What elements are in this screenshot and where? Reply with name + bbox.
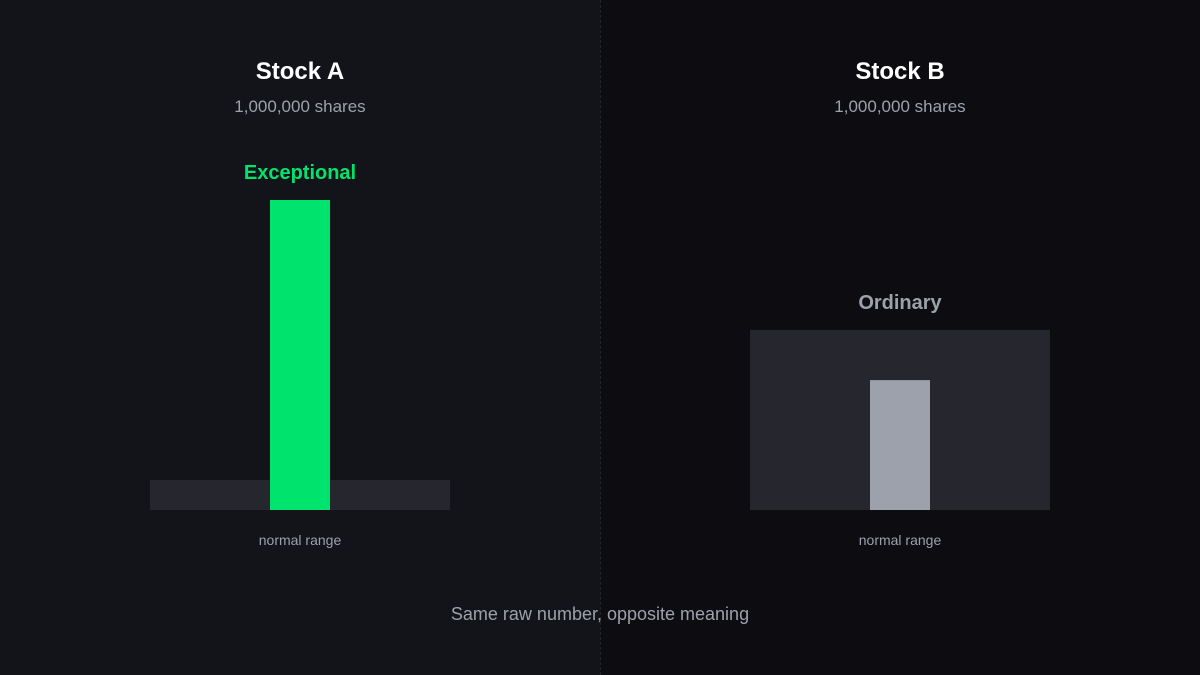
panel-divider [600, 0, 601, 675]
stock-a-range-label: normal range [258, 532, 342, 548]
stock-a-plot [150, 200, 450, 510]
stock-b-plot [750, 329, 1050, 510]
comparison-stage: Stock A 1,000,000 shares Exceptional nor… [0, 0, 1200, 675]
stock-b-range-label: normal range [858, 532, 942, 548]
caption: Same raw number, opposite meaning [450, 604, 750, 624]
panel-stock-b: Stock B 1,000,000 shares Ordinary normal… [600, 0, 1200, 675]
panel-stock-a: Stock A 1,000,000 shares Exceptional nor… [0, 0, 600, 675]
stock-a-volume-bar [270, 200, 330, 510]
stock-b-volume-bar [870, 380, 930, 510]
